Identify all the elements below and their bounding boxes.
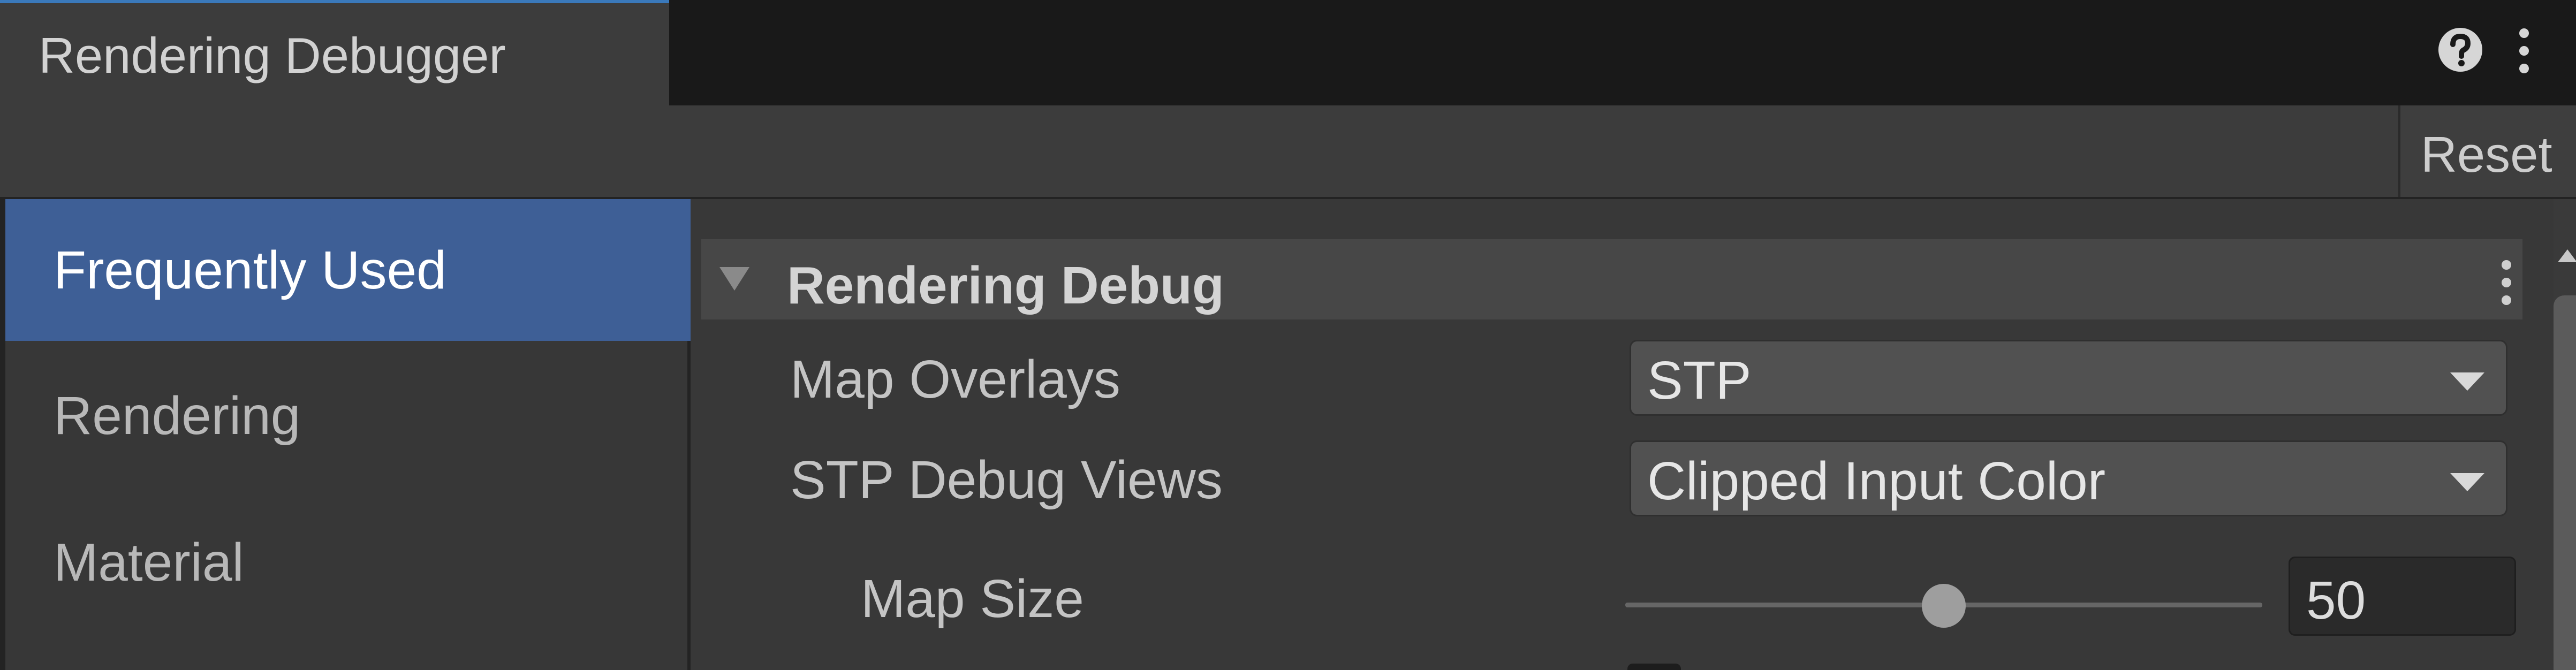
map-size-input[interactable]: 50 — [2289, 557, 2516, 636]
main-panel: Rendering Debug Map Overlays STP STP Deb… — [691, 199, 2554, 670]
section-header-rendering-debug[interactable]: Rendering Debug — [701, 239, 2522, 319]
more-vertical-icon[interactable] — [2516, 27, 2532, 75]
chevron-down-icon — [2450, 372, 2484, 391]
sidebar-item-label: Rendering — [54, 386, 301, 446]
map-overlays-value: STP — [1647, 351, 1752, 410]
sidebar-item-material[interactable]: Material — [5, 491, 691, 633]
slider-thumb[interactable] — [1922, 584, 1966, 628]
toolbar: Reset — [0, 105, 2576, 199]
stp-debug-views-dropdown[interactable]: Clipped Input Color — [1630, 440, 2507, 516]
map-size-label: Map Size — [861, 569, 1084, 629]
reset-label: Reset — [2421, 126, 2552, 182]
map-overlays-dropdown[interactable]: STP — [1630, 340, 2507, 416]
checkbox[interactable] — [1627, 664, 1681, 670]
tab-strip: Rendering Debugger — [0, 0, 2576, 105]
map-size-value: 50 — [2306, 570, 2366, 630]
vertical-scrollbar[interactable] — [2554, 199, 2576, 670]
map-size-slider[interactable] — [1625, 574, 2262, 638]
map-overlays-label: Map Overlays — [790, 349, 1120, 409]
stp-debug-views-label: STP Debug Views — [790, 450, 1223, 510]
chevron-down-icon — [2450, 473, 2484, 491]
sidebar: Frequently Used Rendering Material — [0, 199, 691, 670]
help-icon[interactable] — [2437, 27, 2483, 73]
sidebar-item-label: Material — [54, 532, 244, 592]
stp-debug-views-value: Clipped Input Color — [1647, 451, 2106, 511]
reset-button[interactable]: Reset — [2398, 105, 2576, 197]
sidebar-item-frequently-used[interactable]: Frequently Used — [5, 199, 691, 341]
section-title: Rendering Debug — [787, 256, 1224, 315]
scrollbar-thumb[interactable] — [2554, 295, 2576, 670]
scroll-up-icon[interactable] — [2558, 249, 2576, 262]
foldout-triangle-icon[interactable] — [719, 267, 749, 291]
more-vertical-icon[interactable] — [2498, 258, 2514, 307]
rendering-debugger-window: Rendering Debugger Reset Frequently Used… — [0, 0, 2576, 670]
tab-rendering-debugger[interactable]: Rendering Debugger — [0, 0, 669, 105]
tab-label: Rendering Debugger — [39, 27, 506, 83]
sidebar-item-label: Frequently Used — [54, 240, 446, 300]
sidebar-item-rendering[interactable]: Rendering — [5, 345, 691, 486]
